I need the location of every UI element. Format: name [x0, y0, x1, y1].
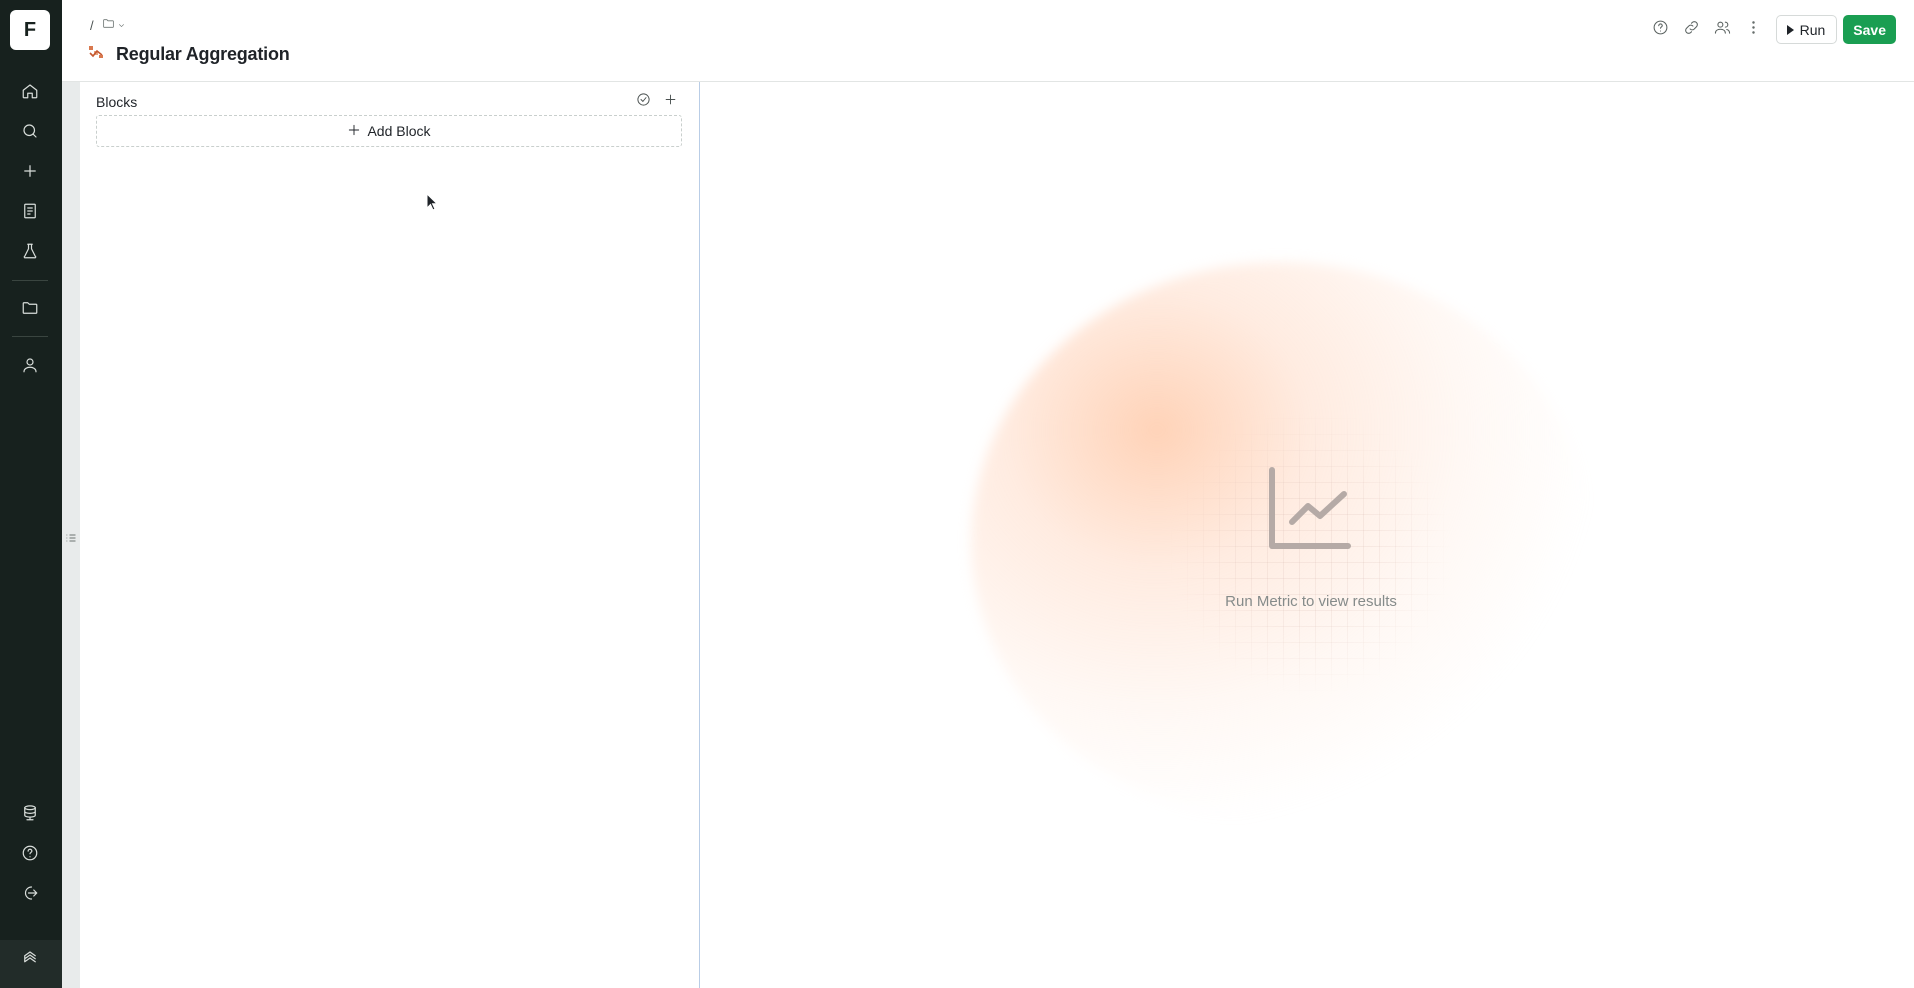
more-vertical-icon[interactable]	[1745, 19, 1762, 41]
results-panel: Run Metric to view results	[701, 82, 1914, 988]
breadcrumb-separator: /	[90, 17, 94, 33]
sidebar-divider	[12, 336, 48, 337]
folder-icon[interactable]	[19, 297, 41, 319]
blocks-header: Blocks	[96, 91, 680, 113]
plus-icon[interactable]	[19, 160, 41, 182]
help-icon[interactable]	[19, 842, 41, 864]
flask-icon[interactable]	[19, 240, 41, 262]
header-actions: Run Save	[1652, 15, 1896, 44]
save-button[interactable]: Save	[1843, 15, 1896, 44]
database-icon[interactable]	[19, 802, 41, 824]
outline-toggle-icon[interactable]	[65, 531, 77, 549]
plus-icon[interactable]	[663, 92, 678, 112]
notebook-icon[interactable]	[19, 200, 41, 222]
folder-icon[interactable]	[102, 17, 115, 33]
plus-icon	[347, 123, 361, 140]
blocks-label: Blocks	[96, 94, 138, 110]
blocks-tools	[636, 92, 678, 112]
home-icon[interactable]	[19, 80, 41, 102]
app-sidebar: F	[0, 0, 62, 988]
sidebar-divider	[12, 280, 48, 281]
users-icon[interactable]	[1714, 19, 1731, 41]
title-row: Regular Aggregation	[88, 44, 290, 65]
blocks-panel: Blocks Add Block	[80, 82, 700, 988]
logout-icon[interactable]	[19, 882, 41, 904]
link-icon[interactable]	[1683, 19, 1700, 41]
run-button-label: Run	[1799, 21, 1826, 38]
panel-gutter	[62, 82, 80, 988]
layers-icon[interactable]	[19, 947, 41, 969]
add-block-button[interactable]: Add Block	[96, 115, 682, 147]
check-circle-icon[interactable]	[636, 92, 651, 112]
chevron-down-icon[interactable]	[117, 18, 126, 33]
run-button[interactable]: Run	[1775, 15, 1838, 44]
page-header: / Regular Aggregation Run Save	[62, 0, 1914, 82]
play-icon	[1786, 24, 1794, 35]
breadcrumb: /	[90, 17, 126, 33]
add-block-label: Add Block	[367, 123, 431, 139]
metric-icon	[88, 44, 104, 65]
page-title[interactable]: Regular Aggregation	[116, 44, 290, 65]
app-logo[interactable]: F	[10, 10, 50, 50]
empty-state-message: Run Metric to view results	[1225, 593, 1397, 610]
mouse-cursor-icon	[426, 192, 439, 216]
search-icon[interactable]	[19, 120, 41, 142]
line-chart-icon	[1266, 464, 1354, 557]
help-icon[interactable]	[1652, 19, 1669, 41]
user-icon[interactable]	[19, 354, 41, 376]
